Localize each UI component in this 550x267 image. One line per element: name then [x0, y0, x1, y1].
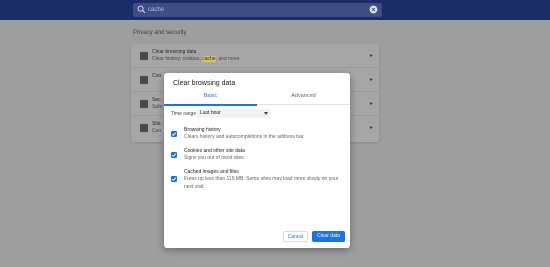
- row-subtitle: Safe: [152, 104, 163, 110]
- trash-icon: [140, 52, 148, 60]
- search-highlight: cache: [202, 56, 216, 62]
- search-box[interactable]: cache: [133, 3, 382, 17]
- sliders-icon: [140, 124, 148, 132]
- browsing-history-checkbox[interactable]: [171, 131, 177, 137]
- cookies-checkbox[interactable]: [171, 152, 177, 158]
- dialog-title: Clear browsing data: [173, 80, 236, 87]
- row-title: Coo: [152, 73, 162, 79]
- option-title: Cached images and files: [184, 169, 239, 175]
- time-range-select[interactable]: Last hour: [197, 109, 271, 118]
- shield-icon: [140, 100, 148, 108]
- chevron-right-icon: ▸: [369, 125, 373, 131]
- settings-row-clear-browsing-data[interactable]: Clear browsing data Clear history, cooki…: [131, 44, 379, 68]
- search-icon: [137, 5, 146, 14]
- checkmark-icon: [171, 132, 177, 136]
- option-description: Clears history and autocompletions in th…: [184, 134, 305, 140]
- checkmark-icon: [171, 153, 177, 157]
- checkmark-icon: [171, 177, 177, 181]
- row-title: Clear browsing data: [152, 49, 197, 55]
- tab-basic[interactable]: Basic: [164, 91, 257, 106]
- tab-advanced[interactable]: Advanced: [257, 91, 350, 105]
- chevron-right-icon: ▸: [369, 77, 373, 83]
- settings-header: cache: [0, 0, 550, 20]
- clear-data-button[interactable]: Clear data: [312, 231, 345, 242]
- option-description: Signs you out of most sites.: [184, 155, 246, 161]
- chevron-right-icon: ▸: [369, 53, 373, 59]
- cookie-icon: [140, 76, 148, 84]
- cancel-button[interactable]: Cancel: [283, 231, 308, 242]
- dialog-tabs: Basic Advanced: [164, 91, 350, 106]
- option-title: Browsing history: [184, 127, 221, 133]
- row-title: Sec: [152, 97, 161, 103]
- row-subtitle: Clear history, cookies, cache, and more: [152, 56, 240, 62]
- option-title: Cookies and other site data: [184, 148, 245, 154]
- clear-browsing-data-dialog: Clear browsing data Basic Advanced Time …: [164, 73, 350, 248]
- chevron-right-icon: ▸: [369, 101, 373, 107]
- row-subtitle: Con: [152, 128, 162, 134]
- row-title: Site: [152, 121, 161, 127]
- chevron-down-icon: [264, 112, 268, 115]
- clear-search-icon[interactable]: [369, 5, 378, 14]
- option-description: Frees up less than 119 MB. Some sites ma…: [184, 176, 339, 190]
- section-title: Privacy and security: [133, 30, 187, 36]
- search-input[interactable]: cache: [148, 5, 164, 15]
- cached-images-checkbox[interactable]: [171, 176, 177, 182]
- time-range-value: Last hour: [200, 110, 221, 116]
- time-range-label: Time range: [171, 111, 197, 117]
